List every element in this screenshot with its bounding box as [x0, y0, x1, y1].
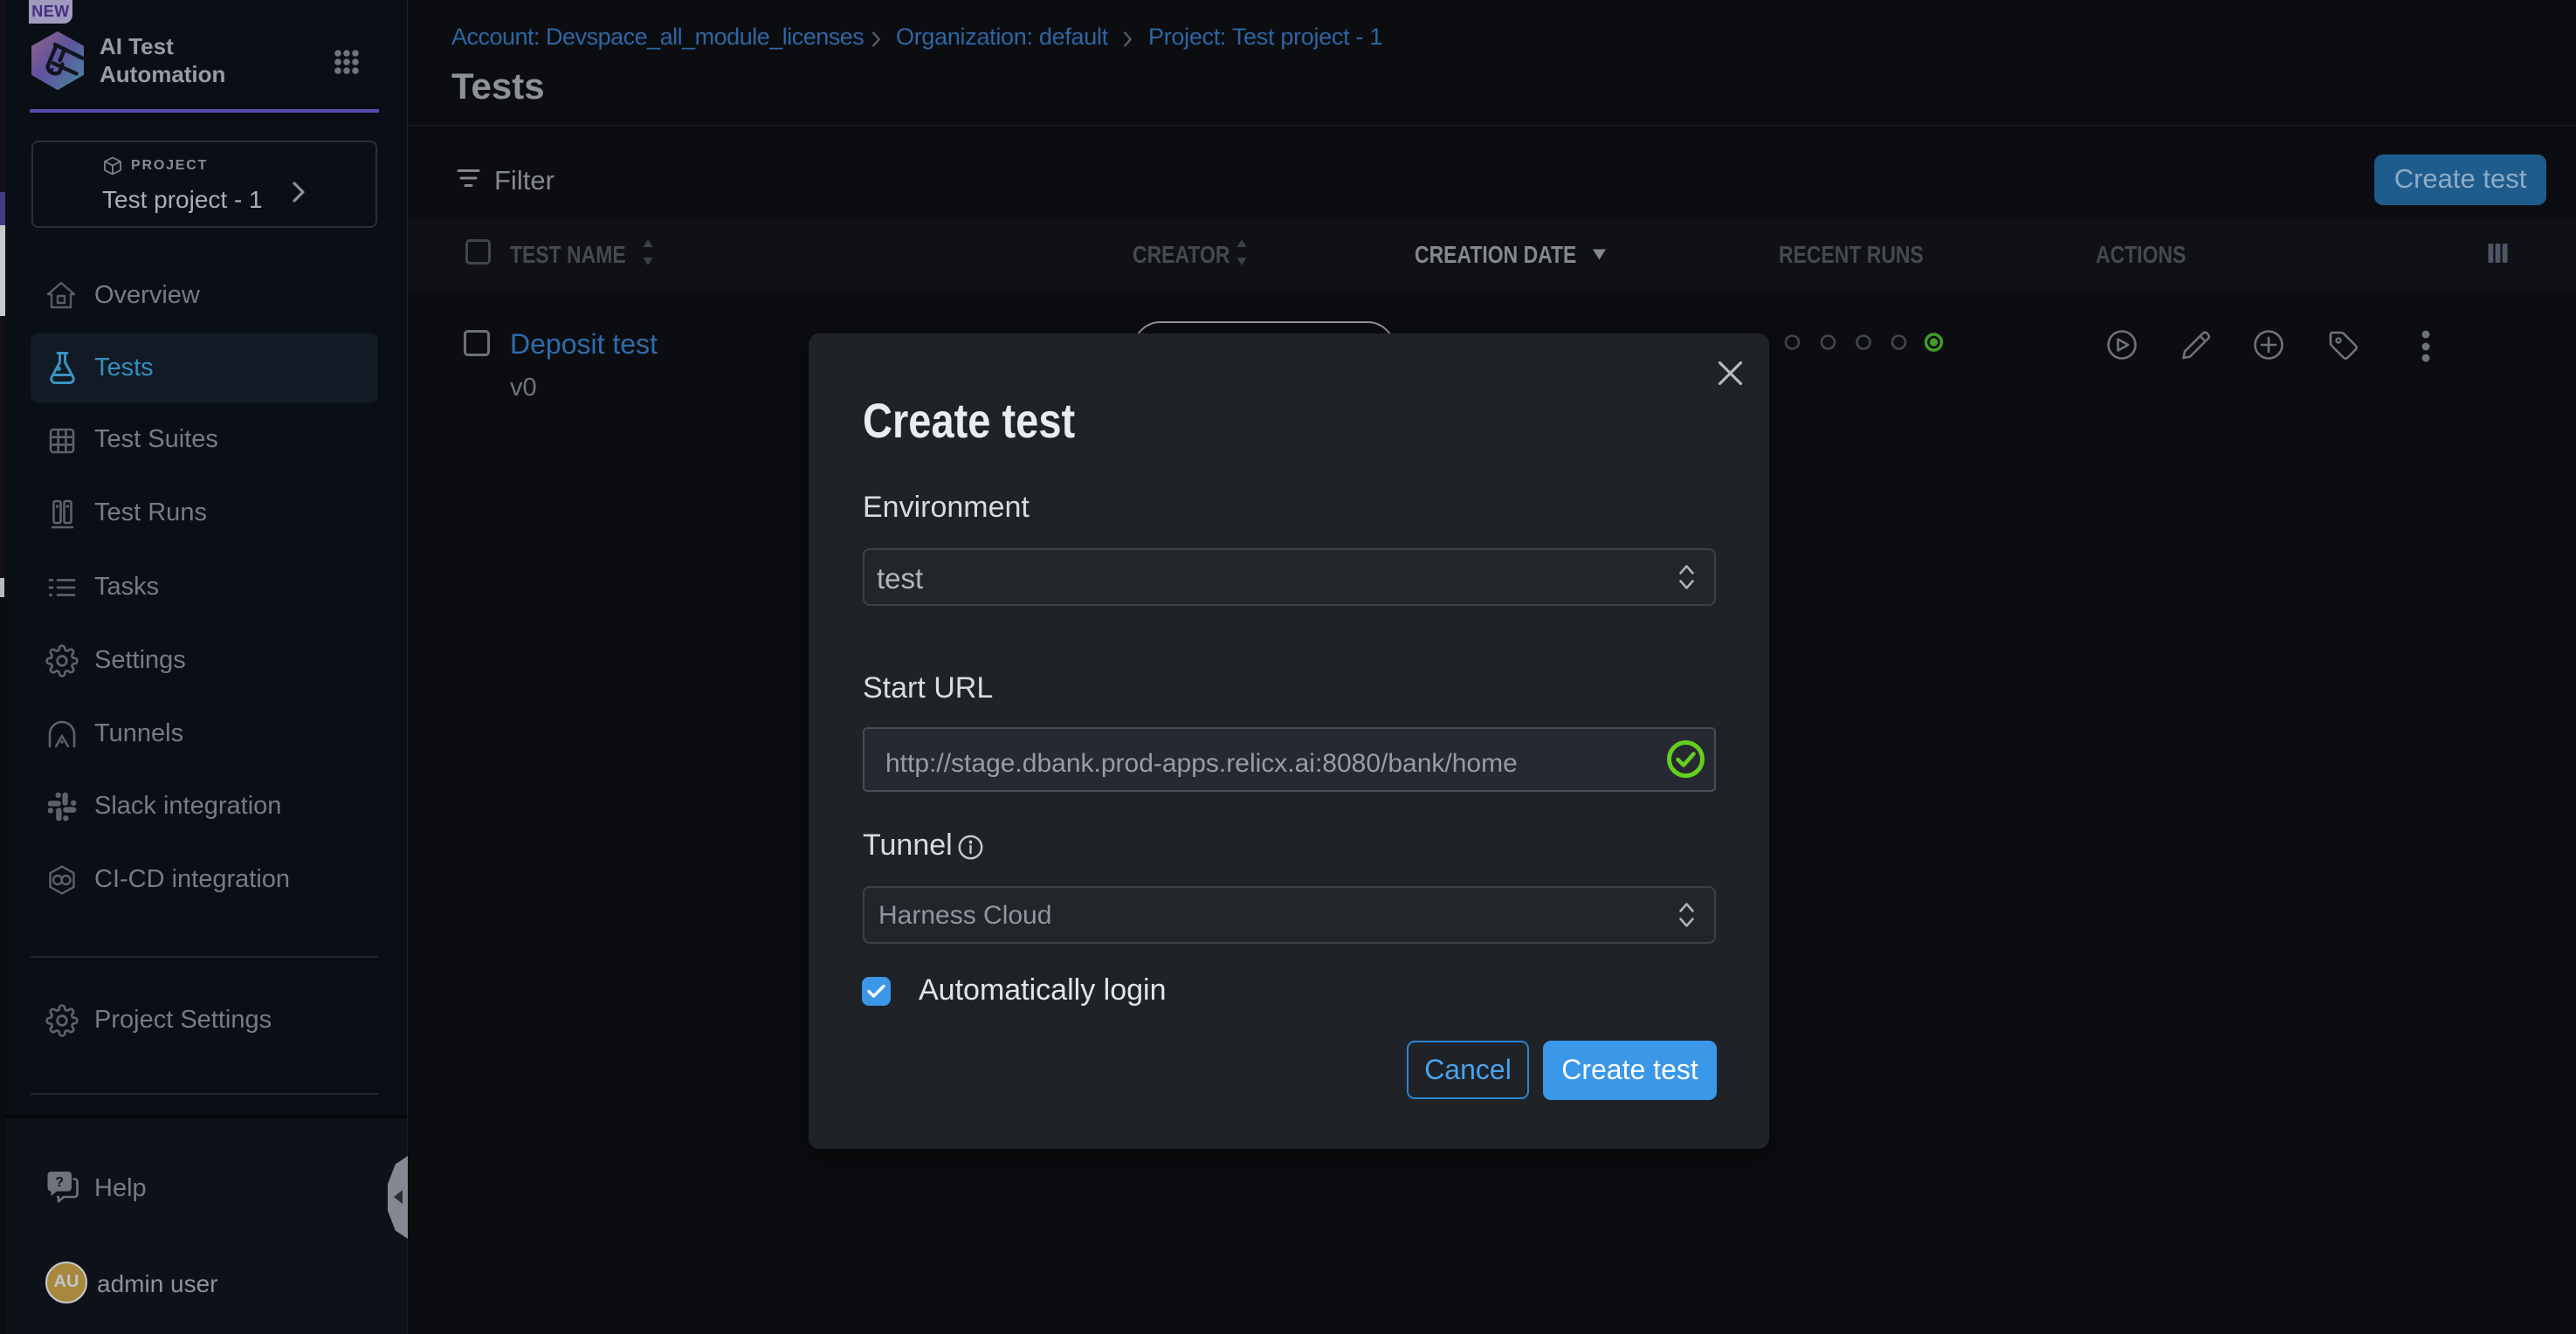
svg-text:?: ? [55, 1175, 64, 1190]
